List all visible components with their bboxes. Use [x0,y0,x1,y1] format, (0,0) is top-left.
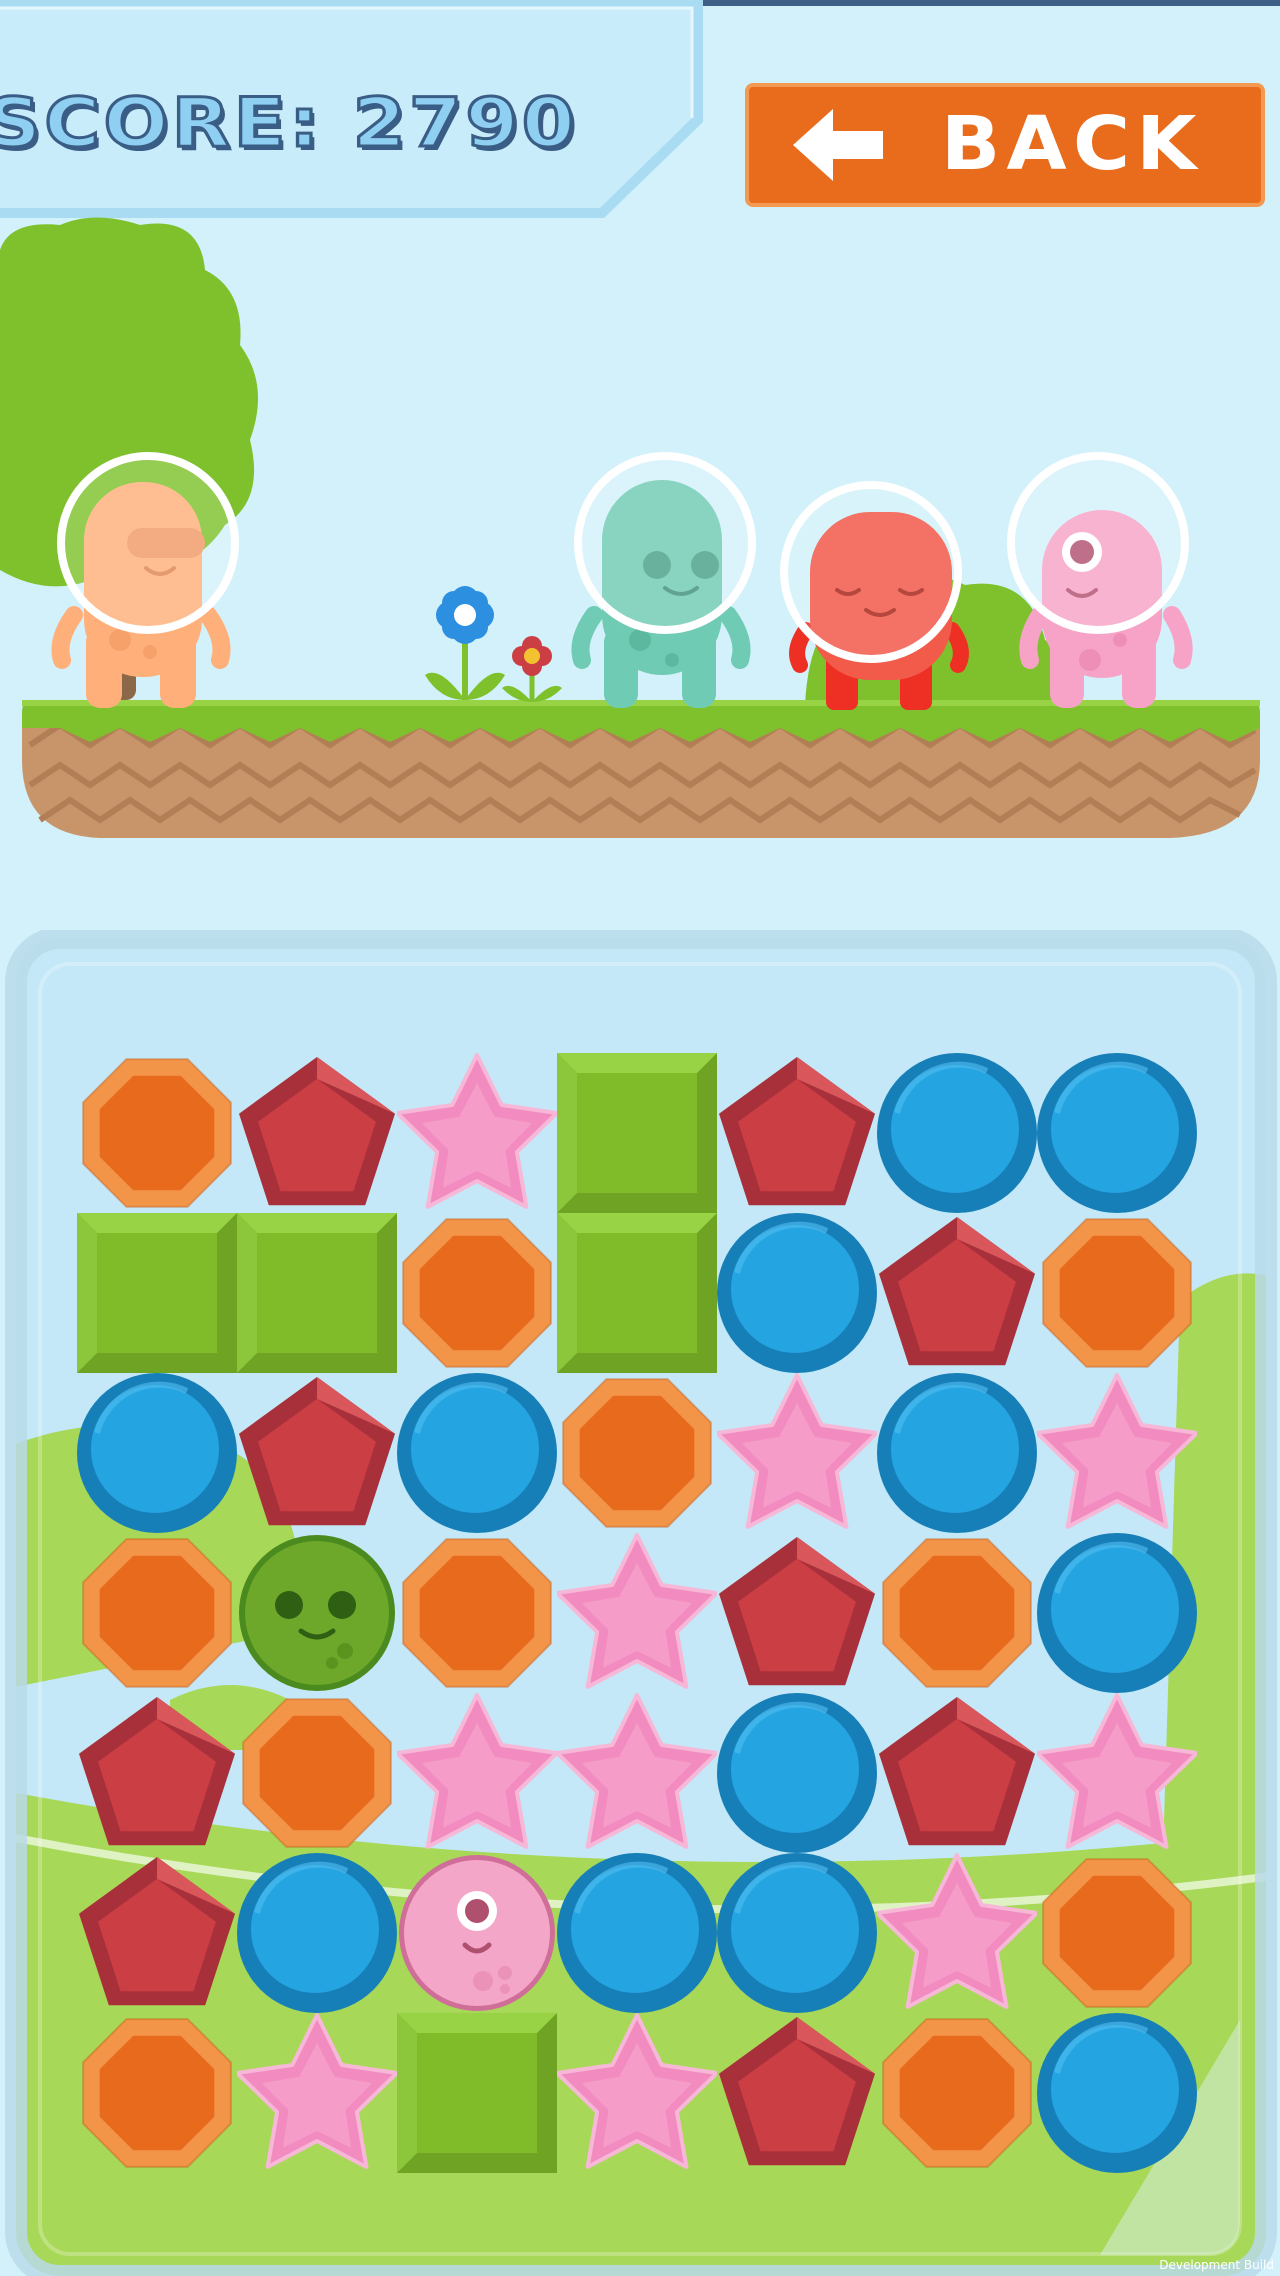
gem-circle[interactable] [717,1693,877,1853]
gem-circle[interactable] [1037,2013,1197,2173]
gem-star[interactable] [555,1693,719,1853]
gem-octagon[interactable] [397,1533,557,1693]
gem-pentagon[interactable] [877,1693,1037,1853]
gem-circle[interactable] [1037,1533,1197,1693]
gem-star[interactable] [875,1853,1039,2013]
gem-star[interactable] [1035,1693,1199,1853]
gem-star[interactable] [715,1373,879,1533]
gem-circle[interactable] [717,1213,877,1373]
gem-pentagon[interactable] [717,1533,877,1693]
gem-octagon[interactable] [557,1373,717,1533]
gem-square[interactable] [77,1213,237,1373]
teal-alien [571,452,756,708]
gem-square[interactable] [557,1053,717,1213]
gem-octagon[interactable] [1037,1213,1197,1373]
blue-flower [425,586,505,700]
gem-pentagon[interactable] [237,1373,397,1533]
orange-alien [51,452,239,708]
gem-star[interactable] [235,2013,399,2173]
gem-star[interactable] [1035,1373,1199,1533]
gem-octagon[interactable] [877,2013,1037,2173]
gem-pentagon[interactable] [877,1213,1037,1373]
gem-octagon[interactable] [237,1693,397,1853]
gem-circle[interactable] [1037,1053,1197,1213]
gem-circle[interactable] [877,1373,1037,1533]
gem-circle[interactable] [557,1853,717,2013]
gem-pentagon[interactable] [237,1053,397,1213]
gem-circle[interactable] [77,1373,237,1533]
gem-square[interactable] [397,2013,557,2173]
gem-octagon[interactable] [397,1213,557,1373]
gem-pentagon[interactable] [717,2013,877,2173]
gem-pink-face[interactable] [397,1853,557,2013]
gem-octagon[interactable] [77,1053,237,1213]
gem-star[interactable] [555,1533,719,1693]
gem-square[interactable] [557,1213,717,1373]
dev-build-label: Development Build [1159,2258,1274,2272]
gem-circle[interactable] [877,1053,1037,1213]
gem-pentagon[interactable] [77,1693,237,1853]
gem-square[interactable] [237,1213,397,1373]
gem-circle[interactable] [397,1373,557,1533]
gem-octagon[interactable] [877,1533,1037,1693]
red-flower [502,636,562,702]
gem-pentagon[interactable] [717,1053,877,1213]
gem-green-face[interactable] [237,1533,397,1693]
gem-star[interactable] [395,1693,559,1853]
gem-star[interactable] [555,2013,719,2173]
gem-octagon[interactable] [77,2013,237,2173]
gem-circle[interactable] [717,1853,877,2013]
gem-star[interactable] [395,1053,559,1213]
gem-pentagon[interactable] [77,1853,237,2013]
ground-platform [22,700,1260,838]
gem-octagon[interactable] [1037,1853,1197,2013]
gem-circle[interactable] [237,1853,397,2013]
gem-octagon[interactable] [77,1533,237,1693]
scene [0,217,1260,838]
